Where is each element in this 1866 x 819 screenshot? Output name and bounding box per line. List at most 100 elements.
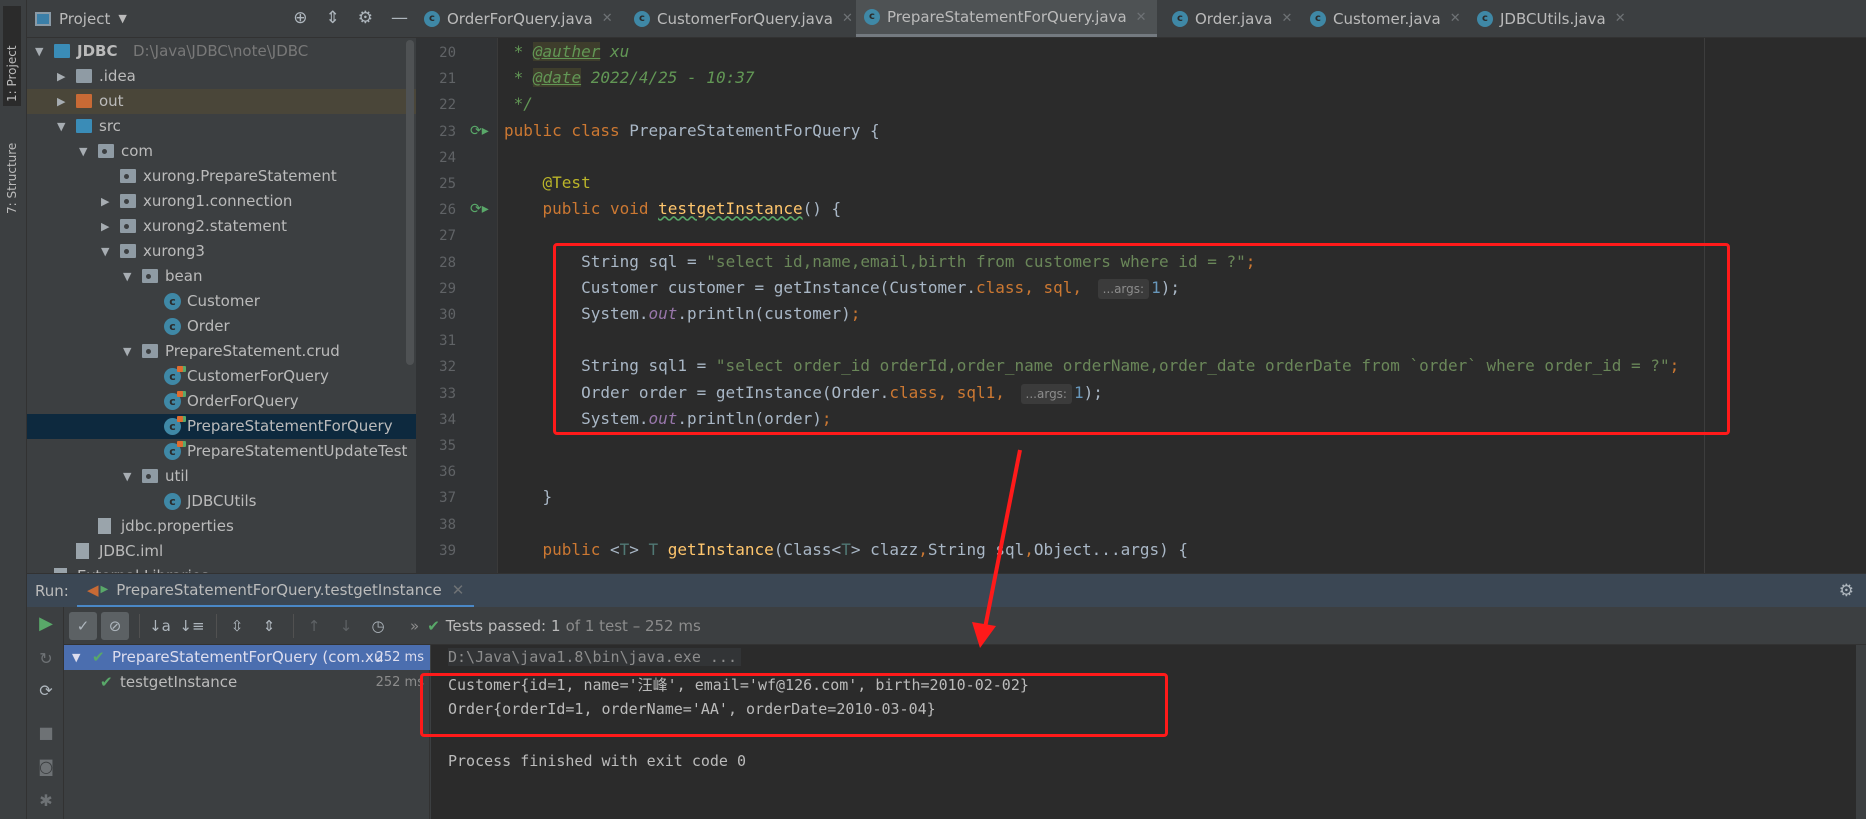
editor-tab[interactable]: c PrepareStatementForQuery.java ✕ — [856, 0, 1157, 37]
chevron-right-icon[interactable]: ▶ — [101, 214, 109, 239]
editor-tab[interactable]: c OrderForQuery.java ✕ — [416, 0, 613, 37]
tree-item[interactable]: c Customer — [27, 289, 416, 314]
tree-item-label: xurong3 — [143, 242, 205, 260]
gear-icon[interactable]: ⚙ — [358, 8, 373, 28]
structure-tool-tab[interactable]: 7: Structure — [3, 118, 21, 218]
close-icon[interactable]: ✕ — [842, 11, 853, 26]
close-icon[interactable]: ✕ — [452, 581, 465, 599]
tree-item[interactable]: ▶ .idea — [27, 64, 416, 89]
close-icon[interactable]: ✕ — [1136, 10, 1147, 25]
chevron-down-icon[interactable]: ▼ — [123, 264, 131, 289]
tree-item[interactable]: ▶ xurong1.connection — [27, 189, 416, 214]
tree-item-label: src — [99, 117, 121, 135]
test-class-icon: c — [164, 391, 183, 410]
tree-item[interactable]: ▶ External Libraries — [27, 564, 416, 573]
tree-item[interactable]: ▼ src — [27, 114, 416, 139]
console-scrollbar[interactable] — [1856, 645, 1866, 819]
run-side-toolbar: ▶ ↻ ⟳ ■ ◙ ✱ — [27, 607, 64, 819]
chevron-down-icon[interactable]: ▼ — [72, 645, 80, 670]
collapse-all-icon[interactable]: ⇕ — [326, 8, 340, 28]
test-item-label: testgetInstance — [120, 673, 238, 691]
tree-item[interactable]: c PrepareStatementForQuery — [27, 414, 416, 439]
close-icon[interactable]: ✕ — [1281, 11, 1292, 26]
tree-item-label: xurong.PrepareStatement — [143, 167, 337, 185]
editor-tab[interactable]: c Customer.java ✕ — [1302, 0, 1461, 37]
minimize-icon[interactable]: — — [391, 8, 408, 28]
chevron-down-icon[interactable]: ▼ — [57, 114, 65, 139]
chevron-right-icon[interactable]: ▶ — [35, 564, 43, 573]
editor-tab[interactable]: c CustomerForQuery.java ✕ — [626, 0, 853, 37]
tree-item[interactable]: ▶ out — [27, 89, 416, 114]
iml-file-icon — [76, 543, 89, 559]
more-icon[interactable]: » — [410, 617, 419, 635]
show-passed-icon[interactable]: ✓ — [69, 611, 97, 640]
chevron-right-icon[interactable]: ▶ — [101, 189, 109, 214]
excluded-folder-icon — [76, 94, 92, 108]
editor-tab[interactable]: c JDBCUtils.java ✕ — [1469, 0, 1626, 37]
tests-status-prefix: Tests passed: — [445, 616, 547, 635]
chevron-down-icon[interactable]: ▼ — [123, 339, 131, 364]
previous-test-icon[interactable]: ↑ — [300, 612, 328, 640]
code-token: @date — [532, 68, 582, 88]
check-icon: ✔ — [100, 673, 113, 691]
run-test-gutter-icon[interactable]: ⟳▸ — [470, 123, 489, 139]
code-line: public <T> T getInstance(Class<T> clazz,… — [504, 540, 1188, 559]
project-view-selector[interactable]: Project — [59, 10, 110, 28]
test-history-icon[interactable]: ◷ — [364, 612, 392, 640]
camera-icon[interactable]: ◙ — [35, 757, 57, 776]
code-token: , — [918, 539, 928, 559]
close-icon[interactable]: ✕ — [1615, 11, 1626, 26]
collapse-all-icon[interactable]: ⇕ — [255, 612, 283, 640]
chevron-down-icon[interactable]: ▼ — [101, 239, 109, 264]
gear-icon[interactable]: ⚙ — [1839, 581, 1854, 601]
stop-icon[interactable]: ■ — [35, 723, 57, 742]
sort-duration-icon[interactable]: ↓≡ — [178, 612, 206, 640]
chevron-down-icon[interactable]: ▼ — [118, 12, 126, 25]
rerun-failed-icon[interactable]: ↻ — [35, 649, 57, 668]
editor-tab[interactable]: c Order.java ✕ — [1164, 0, 1292, 37]
debug-icon[interactable]: ✱ — [35, 791, 57, 810]
test-item[interactable]: ▼ ✔ PrepareStatementForQuery (com.xu 252 ms — [64, 645, 430, 670]
tree-item[interactable]: ▼ util — [27, 464, 416, 489]
tree-item[interactable]: ▼ bean — [27, 264, 416, 289]
close-icon[interactable]: ✕ — [1450, 11, 1461, 26]
project-tool-tab[interactable]: 1: Project — [3, 6, 21, 106]
tree-item[interactable]: c Order — [27, 314, 416, 339]
chevron-down-icon[interactable]: ▼ — [79, 139, 87, 164]
chevron-right-icon[interactable]: ▶ — [57, 64, 65, 89]
tree-item[interactable]: c JDBCUtils — [27, 489, 416, 514]
tree-item[interactable]: c OrderForQuery — [27, 389, 416, 414]
line-number: 35 — [439, 438, 456, 454]
tree-item[interactable]: c PrepareStatementUpdateTest — [27, 439, 416, 464]
close-icon[interactable]: ✕ — [602, 11, 613, 26]
tree-item[interactable]: xurong.PrepareStatement — [27, 164, 416, 189]
test-item[interactable]: ✔ testgetInstance 252 ms — [64, 670, 430, 695]
test-class-icon: c — [634, 10, 650, 27]
tree-item[interactable]: jdbc.properties — [27, 514, 416, 539]
rerun-icon[interactable]: ▶ — [35, 613, 57, 634]
locate-icon[interactable]: ⊕ — [293, 8, 307, 28]
run-test-gutter-icon[interactable]: ⟳▸ — [470, 201, 489, 217]
tree-item[interactable]: ▼ xurong3 — [27, 239, 416, 264]
code-token: > — [629, 539, 649, 559]
code-token: public — [504, 539, 610, 559]
expand-all-icon[interactable]: ⇳ — [223, 612, 251, 640]
tree-item[interactable]: ▼ com — [27, 139, 416, 164]
code-token: * — [504, 42, 533, 61]
run-tab[interactable]: ◀ ▶ PrepareStatementForQuery.testgetInsta… — [77, 574, 475, 608]
chevron-right-icon[interactable]: ▶ — [57, 89, 65, 114]
tree-item[interactable]: ▼ JDBC D:\Java\JDBC\note\JDBC — [27, 39, 416, 64]
tree-item[interactable]: c CustomerForQuery — [27, 364, 416, 389]
next-test-icon[interactable]: ↓ — [332, 612, 360, 640]
chevron-down-icon[interactable]: ▼ — [35, 39, 43, 64]
tree-item[interactable]: ▶ xurong2.statement — [27, 214, 416, 239]
toggle-auto-test-icon[interactable]: ⟳ — [35, 681, 57, 700]
sort-alpha-icon[interactable]: ↓a — [146, 612, 174, 640]
chevron-down-icon[interactable]: ▼ — [123, 464, 131, 489]
folder-icon — [76, 69, 92, 83]
tree-item[interactable]: JDBC.iml — [27, 539, 416, 564]
tree-item[interactable]: ▼ PrepareStatement.crud — [27, 339, 416, 364]
show-ignored-icon[interactable]: ⊘ — [101, 611, 129, 640]
line-number: 33 — [439, 385, 456, 402]
project-tree-scrollbar[interactable] — [406, 40, 414, 365]
